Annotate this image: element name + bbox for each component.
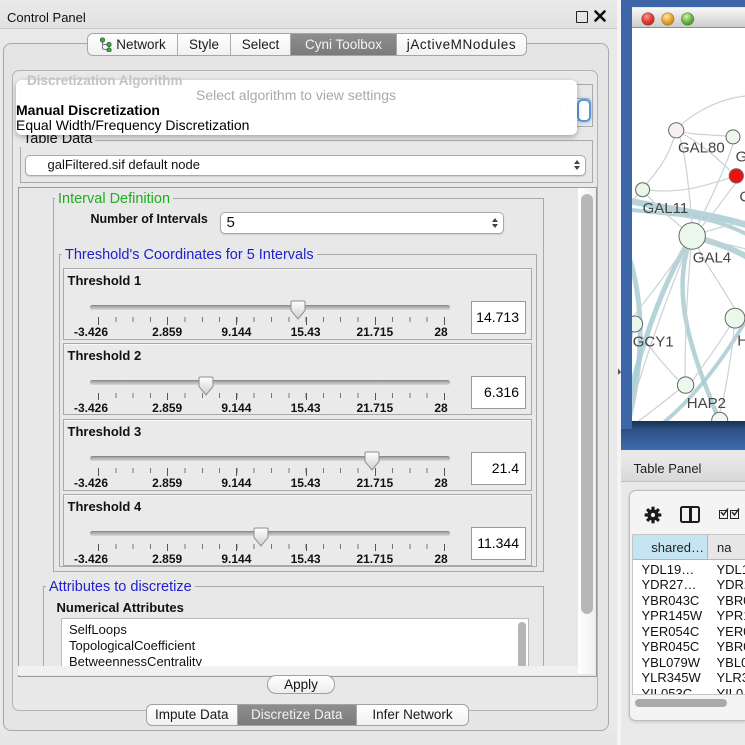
svg-text:GAL11: GAL11 [642,200,688,217]
svg-text:H: H [737,332,745,349]
svg-text:GA: GA [735,148,745,165]
svg-text:C: C [739,188,745,205]
svg-text:GCY1: GCY1 [632,333,673,350]
svg-text:GAL80: GAL80 [678,139,725,156]
svg-text:HAP2: HAP2 [686,395,725,412]
svg-text:GAL4: GAL4 [692,249,730,266]
